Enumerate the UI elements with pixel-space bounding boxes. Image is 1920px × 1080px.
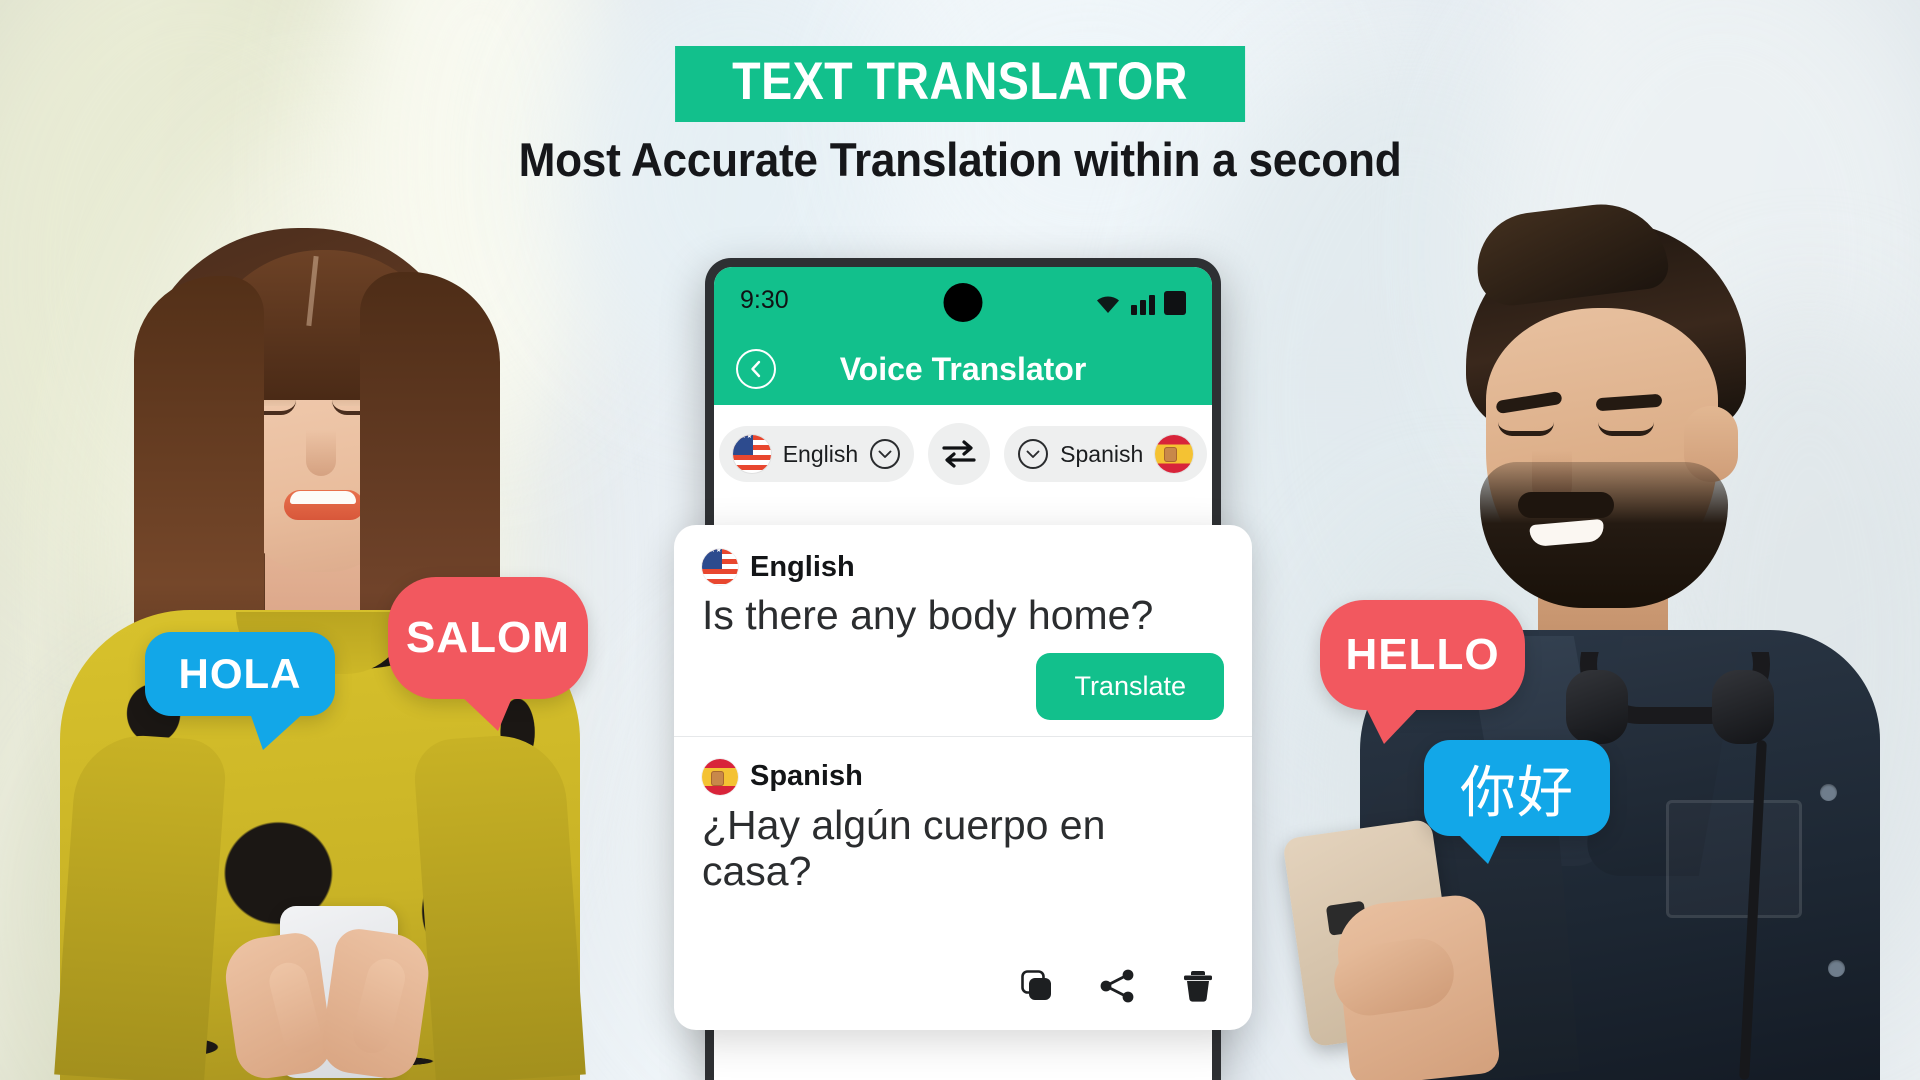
delete-icon bbox=[1184, 971, 1212, 1002]
language-selector-row: English Spanish bbox=[714, 405, 1212, 503]
flag-es-icon bbox=[702, 758, 738, 795]
man-headphone-cup-right bbox=[1712, 670, 1774, 744]
speech-bubble-tail bbox=[249, 710, 307, 750]
flag-es-icon bbox=[1155, 435, 1194, 473]
camera-punch-hole-icon bbox=[943, 283, 983, 322]
share-icon bbox=[1100, 969, 1134, 1003]
wifi-icon bbox=[1097, 296, 1119, 313]
speech-bubble-hola-text: HOLA bbox=[178, 650, 302, 697]
battery-icon bbox=[1164, 291, 1186, 315]
speech-bubble-tail bbox=[458, 693, 514, 731]
speech-bubble-hola: HOLA bbox=[145, 632, 335, 750]
woman-nose bbox=[306, 430, 336, 476]
swap-languages-button[interactable] bbox=[928, 423, 991, 485]
target-section-header: Spanish bbox=[702, 758, 1224, 795]
woman-arm-right bbox=[412, 731, 586, 1080]
target-language-name: Spanish bbox=[750, 760, 863, 793]
card-divider bbox=[674, 735, 1252, 737]
promo-banner-canvas: HOLA SALOM HELLO 你好 9:30 Voice Translato… bbox=[0, 0, 1920, 1080]
copy-button[interactable] bbox=[1020, 969, 1054, 1003]
flag-us-icon bbox=[732, 435, 771, 473]
source-text[interactable]: Is there any body home? bbox=[702, 592, 1224, 639]
source-language-name: English bbox=[750, 550, 855, 583]
source-section-header: English bbox=[702, 549, 1224, 585]
man-eye-left bbox=[1498, 422, 1554, 436]
swap-arrows-icon bbox=[942, 440, 976, 468]
man-shirt-pocket bbox=[1666, 800, 1802, 918]
speech-bubble-hello-text: HELLO bbox=[1345, 630, 1500, 679]
translate-button-row: Translate bbox=[702, 652, 1224, 720]
man-beard bbox=[1480, 462, 1728, 608]
page-subtitle: Most Accurate Translation within a secon… bbox=[518, 133, 1402, 186]
status-icons bbox=[1094, 285, 1186, 315]
banner-title-block: TEXT TRANSLATOR bbox=[675, 46, 1245, 122]
target-language-pill[interactable]: Spanish bbox=[1004, 426, 1208, 482]
man-moustache bbox=[1518, 492, 1614, 518]
source-language-label: English bbox=[782, 440, 859, 467]
target-language-label: Spanish bbox=[1060, 440, 1144, 467]
speech-bubble-nihao: 你好 bbox=[1424, 740, 1610, 864]
app-bar: Voice Translator bbox=[714, 333, 1212, 405]
speech-bubble-tail bbox=[1454, 830, 1504, 864]
man-eye-right bbox=[1598, 422, 1654, 436]
woman-teeth bbox=[290, 491, 356, 504]
man-headphone-cup-left bbox=[1566, 670, 1628, 744]
translation-card: English Is there any body home? Translat… bbox=[674, 525, 1252, 1030]
back-button[interactable] bbox=[736, 349, 776, 389]
speech-bubble-nihao-text: 你好 bbox=[1460, 760, 1574, 824]
woman-arm-left bbox=[54, 731, 228, 1080]
speech-bubble-salom: SALOM bbox=[388, 577, 588, 731]
target-text: ¿Hay algún cuerpo en casa? bbox=[702, 801, 1106, 894]
share-button[interactable] bbox=[1100, 969, 1136, 1003]
source-language-pill[interactable]: English bbox=[718, 426, 915, 482]
speech-bubble-hello: HELLO bbox=[1320, 600, 1525, 744]
signal-icon bbox=[1131, 291, 1155, 315]
copy-icon bbox=[1021, 970, 1051, 1000]
status-bar: 9:30 bbox=[714, 267, 1212, 333]
translate-button[interactable]: Translate bbox=[1036, 652, 1224, 720]
man-shirt-button bbox=[1820, 784, 1837, 801]
status-time: 9:30 bbox=[740, 285, 789, 314]
chevron-down-icon[interactable] bbox=[870, 439, 901, 469]
speech-bubble-salom-text: SALOM bbox=[406, 613, 570, 662]
man-shirt-button bbox=[1828, 960, 1845, 977]
page-title: TEXT TRANSLATOR bbox=[732, 52, 1188, 111]
card-actions-row bbox=[702, 968, 1224, 1030]
speech-bubble-tail bbox=[1364, 704, 1422, 744]
chevron-down-icon[interactable] bbox=[1018, 439, 1049, 469]
flag-us-icon bbox=[702, 549, 738, 585]
app-bar-title: Voice Translator bbox=[839, 350, 1087, 387]
delete-button[interactable] bbox=[1182, 968, 1214, 1004]
chevron-left-icon bbox=[751, 360, 761, 378]
